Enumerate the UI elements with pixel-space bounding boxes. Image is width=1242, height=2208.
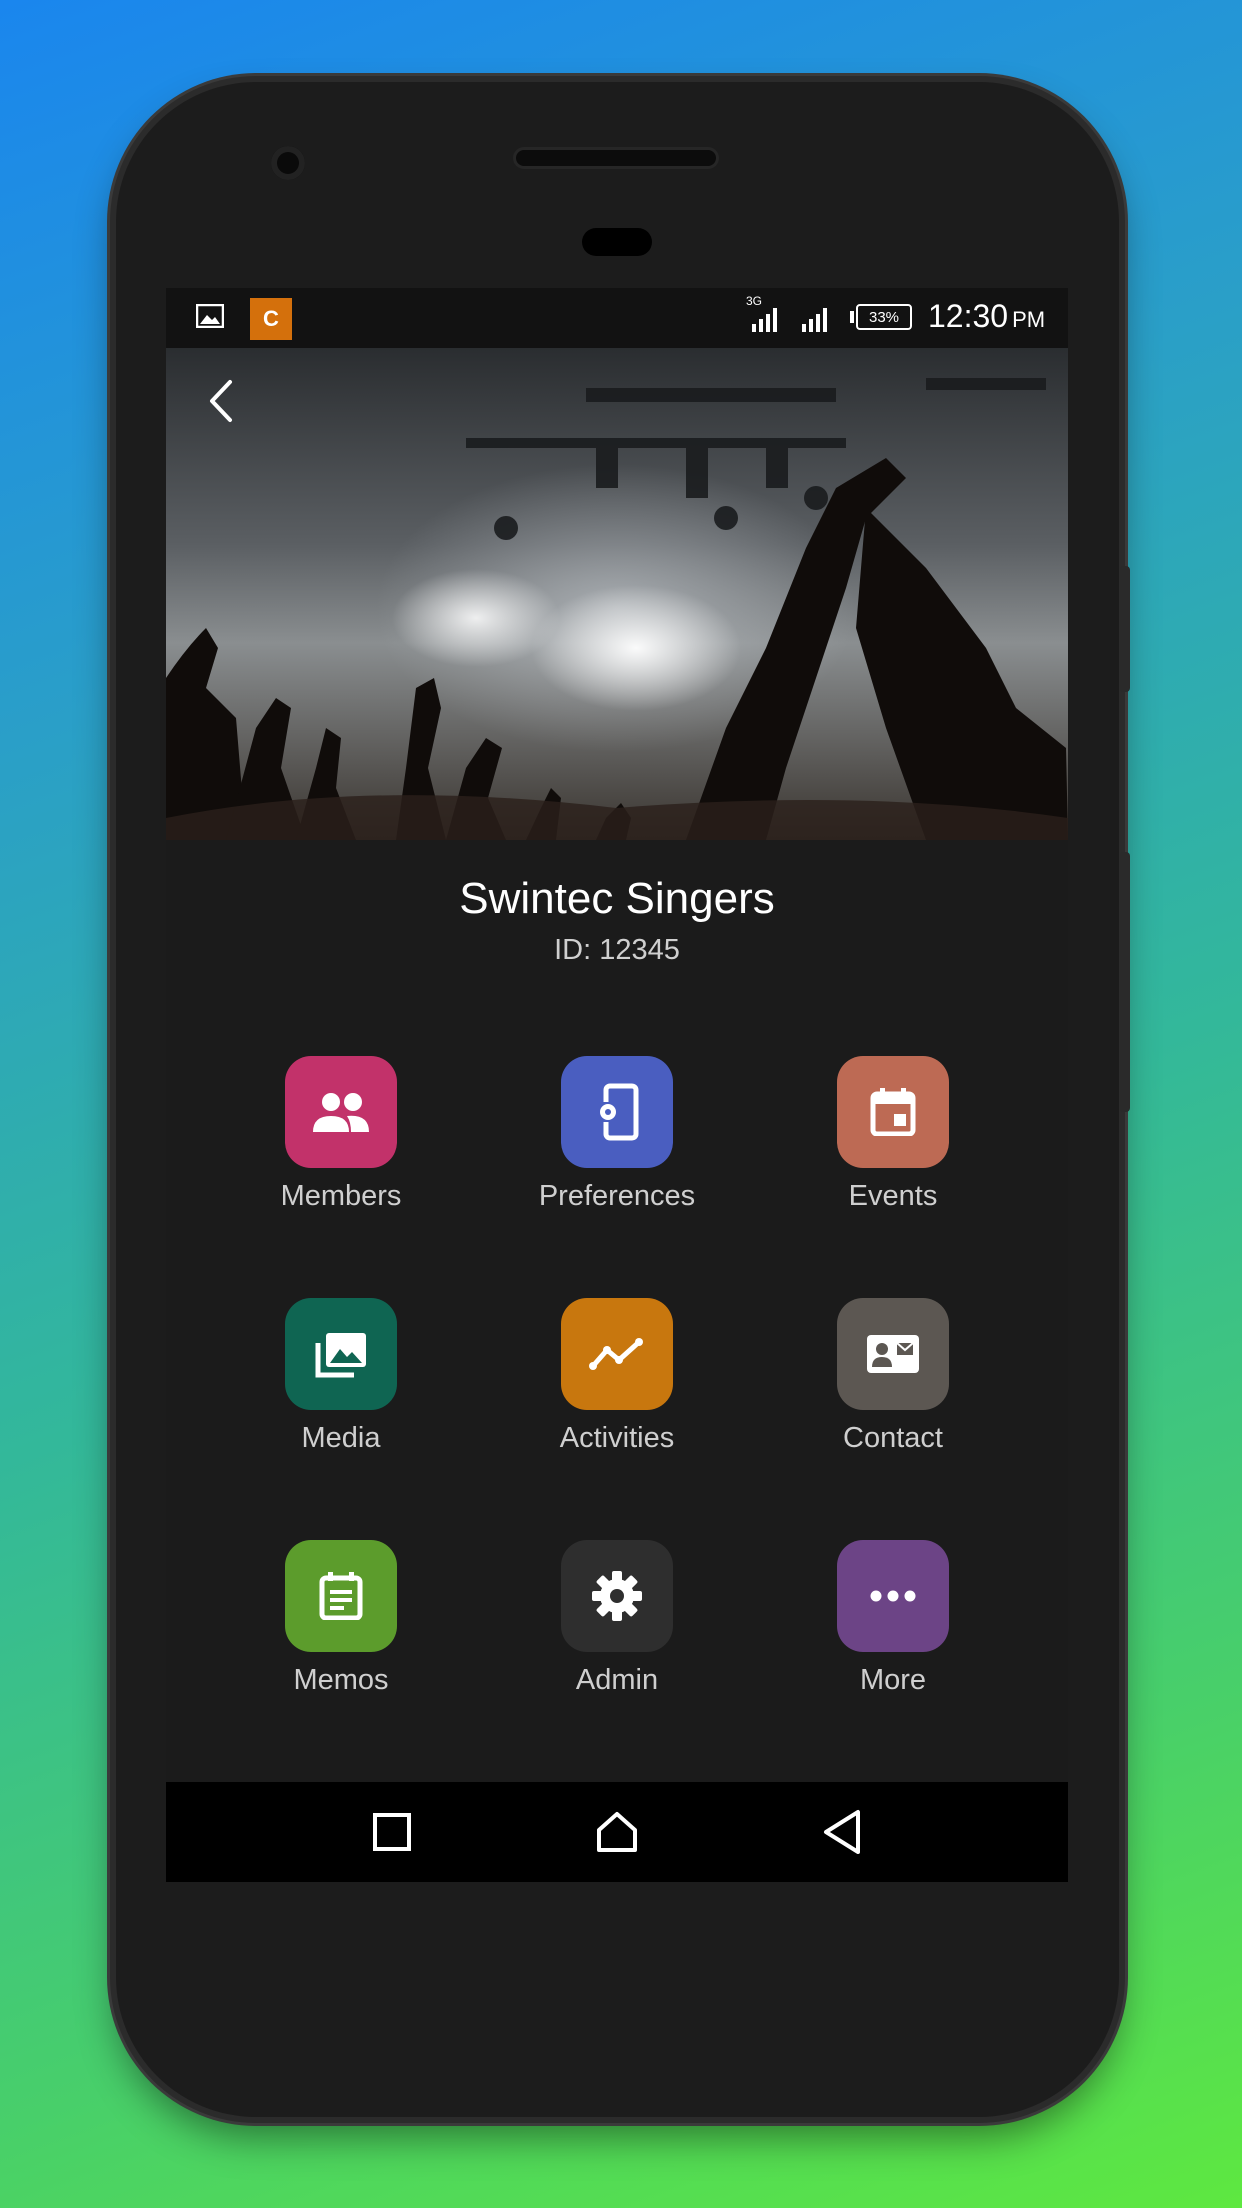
- phone-side-button-lower: [1120, 852, 1130, 1112]
- earpiece-speaker: [516, 150, 716, 166]
- phone-screen: C 3G 33% 12:30 PM Swintec Singers ID: 12…: [166, 288, 1068, 1882]
- activities-icon-box: [561, 1298, 673, 1410]
- menu-tile-admin[interactable]: Admin: [507, 1540, 727, 1730]
- time-ampm: PM: [1012, 307, 1046, 332]
- contact-card-icon: [867, 1335, 919, 1373]
- gear-icon: [592, 1571, 642, 1621]
- memos-icon-box: [285, 1540, 397, 1652]
- memos-label: Memos: [293, 1664, 389, 1696]
- group-name: Swintec Singers: [459, 874, 775, 923]
- signal-strength-icon: [752, 308, 777, 332]
- home-button[interactable]: [587, 1804, 647, 1860]
- group-id: ID: 12345: [554, 934, 680, 966]
- chevron-left-icon: [210, 380, 232, 422]
- phone-settings-icon: [600, 1083, 639, 1141]
- menu-tile-media[interactable]: Media: [231, 1298, 451, 1488]
- media-icon-box: [285, 1298, 397, 1410]
- trend-line-icon: [589, 1338, 643, 1370]
- android-nav-bar: [166, 1782, 1068, 1882]
- preferences-icon-box: [561, 1056, 673, 1168]
- members-icon-box: [285, 1056, 397, 1168]
- people-icon: [313, 1093, 369, 1132]
- menu-tile-activities[interactable]: Activities: [507, 1298, 727, 1488]
- members-label: Members: [280, 1180, 402, 1212]
- front-camera: [271, 146, 305, 180]
- media-label: Media: [301, 1422, 381, 1454]
- contact-icon-box: [837, 1298, 949, 1410]
- battery-tip: [850, 311, 854, 323]
- admin-label: Admin: [575, 1664, 659, 1696]
- photo-library-icon: [315, 1333, 366, 1378]
- proximity-sensor: [582, 228, 652, 256]
- calendar-icon: [870, 1088, 916, 1136]
- back-nav-button[interactable]: [812, 1804, 872, 1860]
- image-notification-icon: [196, 304, 224, 328]
- menu-tile-members[interactable]: Members: [231, 1056, 451, 1246]
- more-label: More: [859, 1664, 927, 1696]
- events-label: Events: [848, 1180, 938, 1212]
- recents-button[interactable]: [362, 1804, 422, 1860]
- memo-icon: [319, 1572, 363, 1620]
- more-icon-box: [837, 1540, 949, 1652]
- square-recents-icon: [373, 1813, 411, 1851]
- time-value: 12:30: [928, 298, 1009, 334]
- menu-tile-contact[interactable]: Contact: [783, 1298, 1003, 1488]
- signal-strength-2-icon: [802, 308, 827, 332]
- more-dots-icon: [870, 1590, 916, 1602]
- group-dashboard: Swintec Singers ID: 12345 Members Prefer…: [166, 840, 1068, 1782]
- menu-tile-memos[interactable]: Memos: [231, 1540, 451, 1730]
- concert-crowd-silhouette: [166, 378, 1068, 840]
- menu-tile-more[interactable]: More: [783, 1540, 1003, 1730]
- hero-image: [166, 348, 1068, 840]
- status-time: 12:30 PM: [928, 298, 1045, 335]
- menu-tile-preferences[interactable]: Preferences: [507, 1056, 727, 1246]
- battery-indicator: 33%: [856, 304, 912, 330]
- back-button[interactable]: [206, 378, 266, 438]
- admin-icon-box: [561, 1540, 673, 1652]
- contact-label: Contact: [843, 1422, 943, 1454]
- home-icon: [597, 1812, 637, 1852]
- phone-side-button-upper: [1120, 566, 1130, 692]
- app-notification-icon: C: [250, 298, 292, 340]
- preferences-label: Preferences: [538, 1180, 696, 1212]
- menu-tile-events[interactable]: Events: [783, 1056, 1003, 1246]
- triangle-back-icon: [824, 1810, 860, 1854]
- status-bar: C 3G 33% 12:30 PM: [166, 288, 1068, 348]
- events-icon-box: [837, 1056, 949, 1168]
- activities-label: Activities: [559, 1422, 675, 1454]
